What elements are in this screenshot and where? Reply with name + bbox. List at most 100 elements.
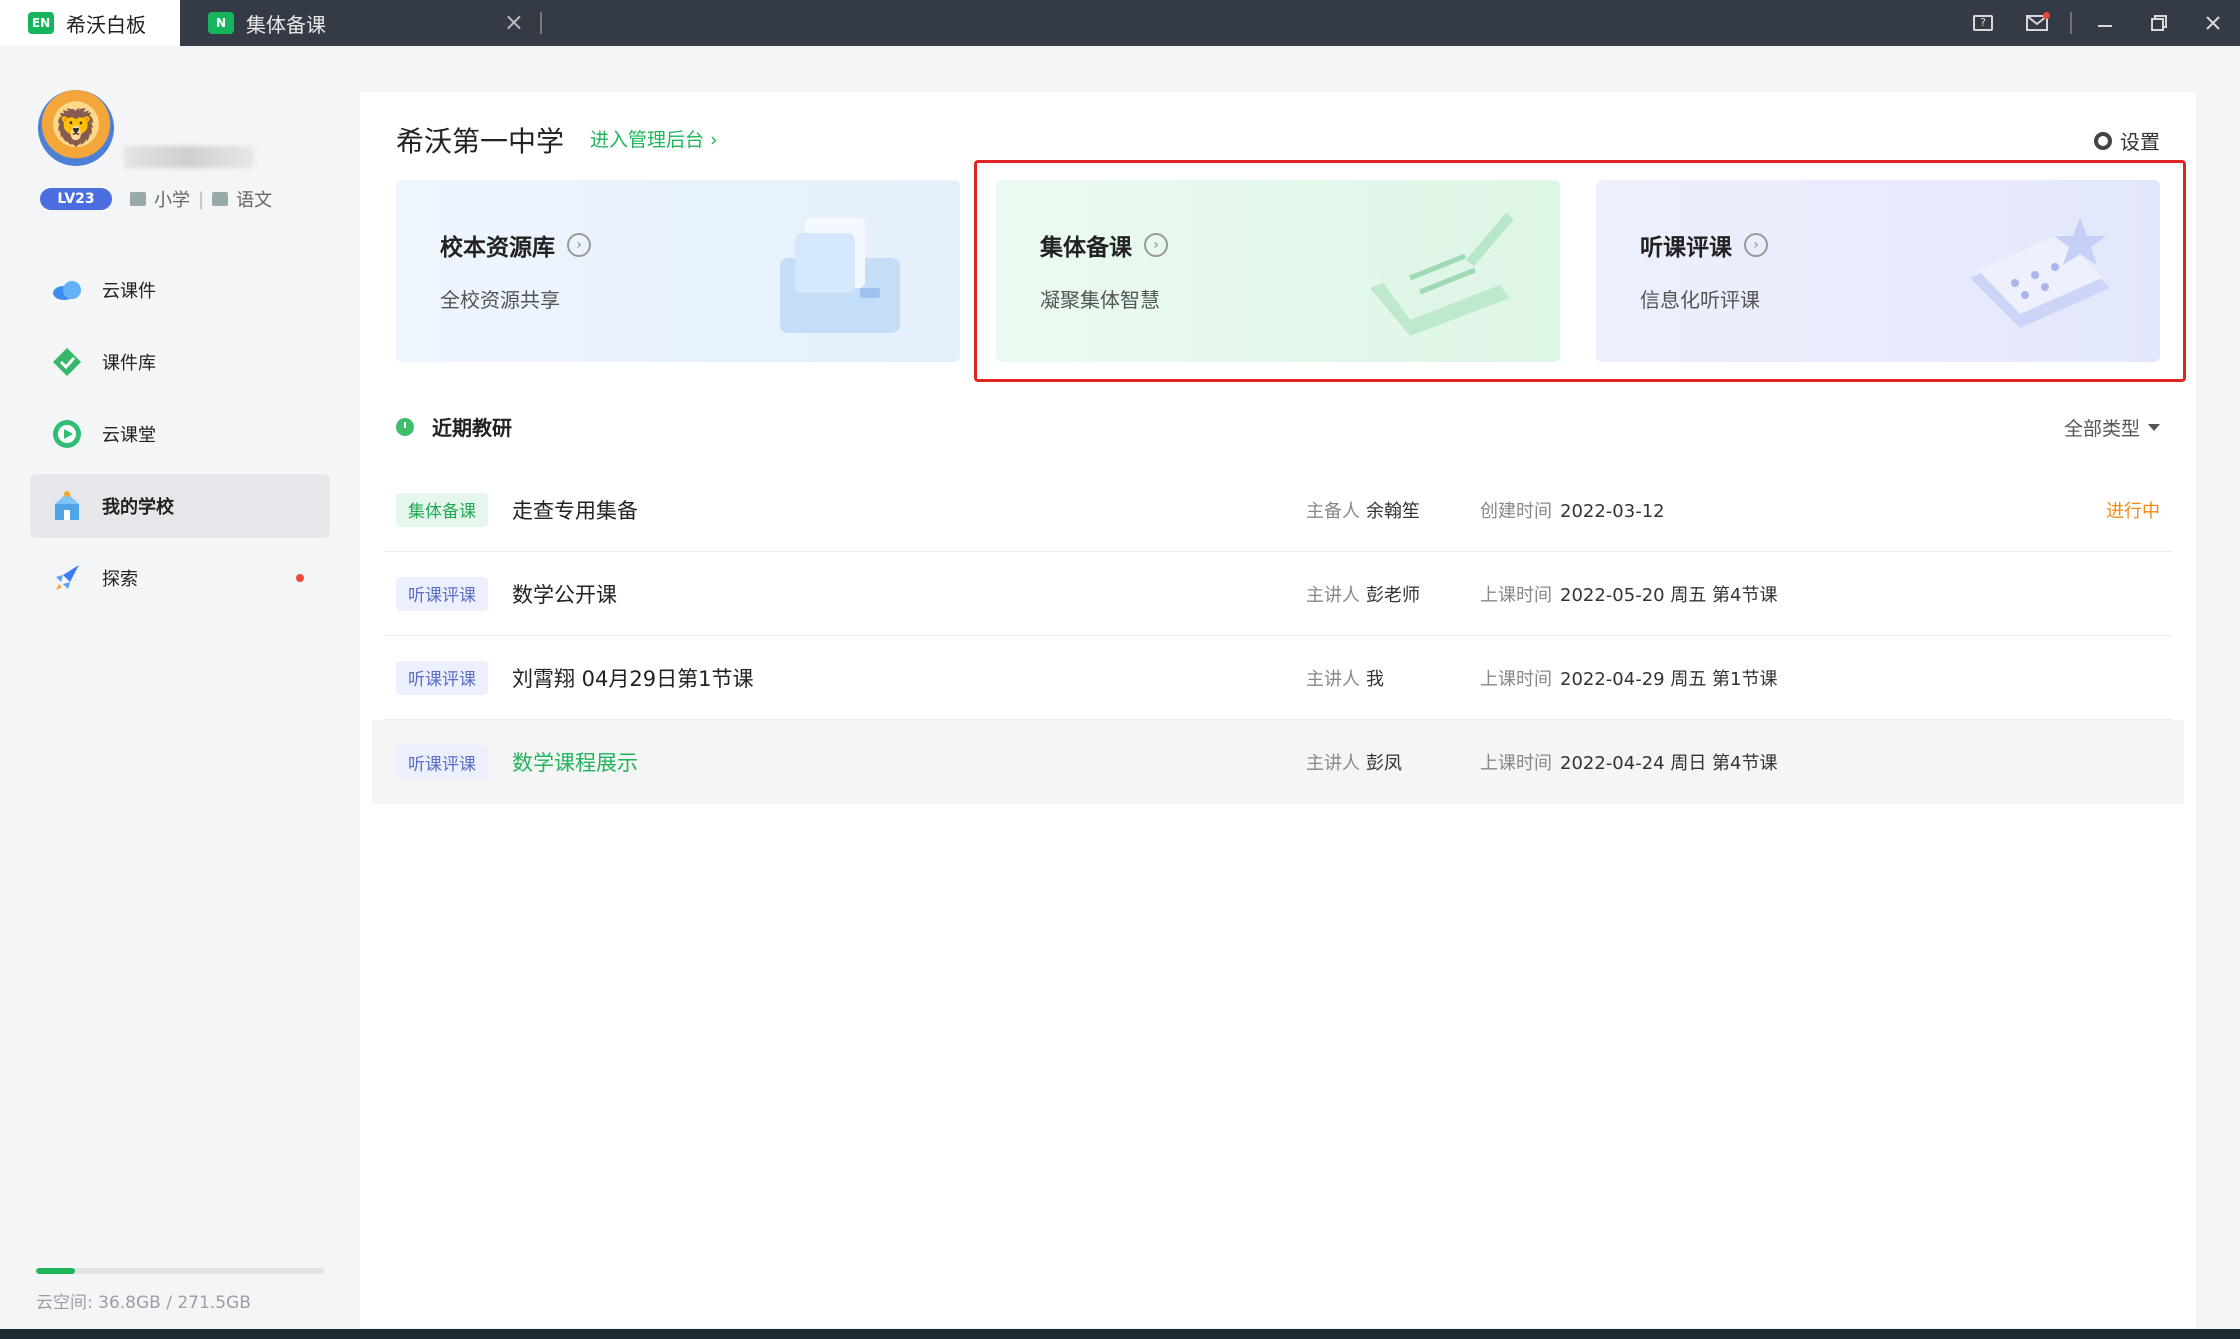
- host-name: 彭老师: [1366, 584, 1420, 606]
- mail-button[interactable]: [2010, 0, 2064, 46]
- arrow-right-icon: ›: [1144, 233, 1168, 257]
- profile-meta: 小学 | 语文: [130, 186, 272, 212]
- time-value: 2022-04-29 周五 第1节课: [1560, 668, 1778, 690]
- card-title-text: 集体备课: [1040, 235, 1132, 261]
- item-time: 创建时间 2022-03-12: [1480, 497, 1665, 523]
- clock-icon: [396, 417, 414, 436]
- host-name: 余翰笙: [1366, 500, 1420, 522]
- sidebar-item-label: 我的学校: [102, 497, 174, 518]
- close-icon: [2206, 16, 2220, 30]
- arrow-right-icon: ›: [1744, 233, 1768, 257]
- host-label: 主备人: [1306, 500, 1360, 522]
- type-tag: 听课评课: [396, 660, 488, 695]
- settings-button[interactable]: 设置: [2094, 126, 2160, 155]
- document-pen-illustration-icon: [1370, 212, 1514, 336]
- admin-console-link[interactable]: 进入管理后台 ›: [590, 125, 718, 152]
- school-stage-icon: [130, 192, 146, 206]
- card-title: 集体备课 ›: [1040, 228, 1168, 262]
- library-icon: [50, 345, 84, 379]
- sidebar-item-label: 云课堂: [102, 425, 156, 446]
- help-button[interactable]: ?: [1956, 0, 2010, 46]
- host-label: 主讲人: [1306, 584, 1360, 606]
- type-filter-label: 全部类型: [2063, 418, 2140, 440]
- chevron-down-icon: [2148, 424, 2160, 431]
- item-host: 主讲人我: [1306, 665, 1384, 691]
- stage-label: 小学: [154, 190, 190, 211]
- user-profile[interactable]: 🦁 LV23 小学 | 语文: [38, 90, 328, 220]
- tab-app-home[interactable]: EN 希沃白板: [0, 0, 180, 46]
- restore-button[interactable]: [2132, 0, 2186, 46]
- time-label: 上课时间: [1480, 584, 1552, 606]
- host-name: 彭凤: [1366, 753, 1402, 774]
- list-item[interactable]: 听课评课 数学课程展示 主讲人 彭凤 上课时间 2022-04-24 周日 第4节课: [372, 720, 2184, 804]
- taskbar-strip: [0, 1329, 2240, 1339]
- status-badge: 进行中: [2106, 500, 2160, 522]
- restore-icon: [2151, 15, 2167, 31]
- avatar[interactable]: 🦁: [38, 90, 114, 166]
- storage-progress-fill: [36, 1268, 76, 1274]
- list-item[interactable]: 集体备课 走查专用集备 主备人 余翰笙 创建时间 2022-03-12 进行中: [384, 468, 2172, 552]
- card-lesson-evaluation[interactable]: 听课评课 › 信息化听评课: [1596, 180, 2160, 362]
- time-label: 创建时间: [1480, 500, 1552, 522]
- item-title: 刘霄翔 04月29日第1节课: [512, 666, 754, 691]
- host-label: 主讲人: [1306, 668, 1360, 690]
- tab-app-label: 希沃白板: [66, 12, 146, 37]
- card-title: 听课评课 ›: [1640, 228, 1768, 262]
- close-button[interactable]: [2186, 0, 2240, 46]
- recent-research-title: 近期教研: [432, 416, 512, 440]
- recent-research-header: 近期教研: [396, 412, 512, 441]
- card-subtitle: 全校资源共享: [440, 288, 560, 312]
- card-collective-prep[interactable]: 集体备课 › 凝聚集体智慧: [996, 180, 1560, 362]
- minimize-icon: [2098, 25, 2112, 27]
- card-subtitle: 凝聚集体智慧: [1040, 288, 1160, 312]
- user-name-redacted: [124, 146, 254, 168]
- file-box-illustration-icon: [780, 218, 900, 333]
- sidebar-item-label: 探索: [102, 569, 138, 590]
- host-label: 主讲人: [1306, 753, 1360, 774]
- type-tag: 集体备课: [396, 492, 488, 527]
- card-subtitle: 信息化听评课: [1640, 288, 1760, 312]
- help-icon: ?: [1973, 15, 1993, 31]
- type-tag: 听课评课: [396, 576, 488, 611]
- type-tag: 听课评课: [396, 745, 488, 779]
- gear-icon: [2094, 131, 2112, 150]
- book-icon: [212, 192, 229, 206]
- time-value: 2022-03-12: [1560, 500, 1665, 522]
- sidebar-item-cloud-courseware[interactable]: 云课件: [30, 258, 330, 322]
- storage-text: 云空间: 36.8GB / 271.5GB: [36, 1288, 324, 1313]
- sidebar-item-label: 云课件: [102, 281, 156, 302]
- item-time: 上课时间 2022-05-20 周五 第4节课: [1480, 581, 1778, 607]
- list-item[interactable]: 听课评课 数学公开课 主讲人 彭老师 上课时间 2022-05-20 周五 第4节课: [384, 552, 2172, 636]
- level-badge: LV23: [40, 188, 112, 210]
- list-item[interactable]: 听课评课 刘霄翔 04月29日第1节课 主讲人我 上课时间 2022-04-29 …: [384, 636, 2172, 720]
- item-time: 上课时间 2022-04-24 周日 第4节课: [1480, 749, 1778, 775]
- time-label: 上课时间: [1480, 668, 1552, 690]
- tab-divider: [540, 12, 542, 34]
- meta-divider: |: [198, 188, 205, 210]
- item-host: 主讲人 彭凤: [1306, 749, 1402, 775]
- tab-collective-prep[interactable]: N 集体备课 ×: [180, 0, 540, 46]
- card-title-text: 校本资源库: [440, 235, 555, 261]
- item-title[interactable]: 数学课程展示: [512, 747, 638, 777]
- storage-used: 36.8GB / 271.5GB: [98, 1293, 251, 1313]
- main-panel: 希沃第一中学 进入管理后台 › 设置 校本资源库 › 全校资源共享 集体备课 ›…: [360, 92, 2196, 1328]
- tab-close-icon[interactable]: ×: [504, 8, 524, 36]
- notification-dot: [296, 574, 304, 582]
- minimize-button[interactable]: [2078, 0, 2132, 46]
- settings-label: 设置: [2120, 130, 2160, 154]
- subject-label: 语文: [236, 190, 273, 211]
- card-title-text: 听课评课: [1640, 235, 1732, 261]
- app-logo-icon: EN: [28, 12, 54, 34]
- sidebar-item-courseware-library[interactable]: 课件库: [30, 330, 330, 394]
- card-school-resources[interactable]: 校本资源库 › 全校资源共享: [396, 180, 960, 362]
- item-host: 主备人 余翰笙: [1306, 497, 1420, 523]
- arrow-right-icon: ›: [567, 233, 591, 257]
- cloud-icon: [50, 273, 84, 307]
- sidebar-item-my-school[interactable]: 我的学校: [30, 474, 330, 538]
- type-filter-dropdown[interactable]: 全部类型: [2064, 414, 2160, 441]
- storage-progress-bar: [36, 1268, 324, 1274]
- sidebar-item-explore[interactable]: 探索: [30, 546, 330, 610]
- sidebar-item-cloud-classroom[interactable]: 云课堂: [30, 402, 330, 466]
- play-icon: [50, 417, 84, 451]
- time-label: 上课时间: [1480, 753, 1552, 774]
